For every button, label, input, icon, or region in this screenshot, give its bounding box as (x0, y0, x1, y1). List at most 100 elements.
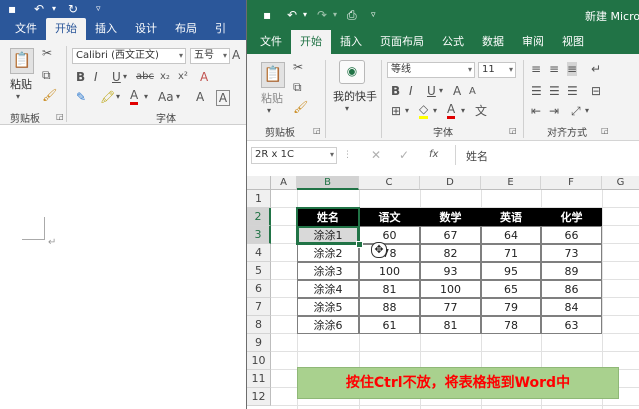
save-icon[interactable]: ▪ (263, 8, 271, 22)
enter-icon[interactable]: ✓ (399, 148, 409, 162)
align-left-icon[interactable]: ☰ (531, 84, 542, 98)
formula-input[interactable]: 姓名 (455, 145, 639, 165)
name-box[interactable]: 2R x 1C ▾ (251, 147, 337, 164)
table-header-cell[interactable]: 化学 (541, 208, 602, 226)
dialog-launcher-icon[interactable]: ◲ (509, 124, 517, 138)
align-right-icon[interactable]: ☰ (567, 84, 578, 98)
decrease-indent-icon[interactable]: ⇤ (531, 104, 541, 118)
row-header-11[interactable]: 11 (247, 370, 271, 388)
excel-font-size-combo[interactable]: 11 ▾ (478, 62, 516, 78)
font-color-icon[interactable]: A (447, 102, 456, 119)
copy-icon[interactable]: ⧉ (293, 80, 302, 94)
table-cell[interactable]: 100 (359, 262, 420, 280)
dialog-launcher-icon[interactable]: ◲ (313, 124, 321, 138)
shrink-font-icon[interactable]: A (469, 85, 476, 99)
table-header-cell[interactable]: 语文 (359, 208, 420, 226)
merge-cells-icon[interactable]: ⊟ (591, 84, 601, 98)
customize-toolbar-icon[interactable]: ▿ (96, 2, 101, 16)
table-cell[interactable]: 86 (541, 280, 602, 298)
row-header-7[interactable]: 7 (247, 298, 271, 316)
font-color-icon[interactable]: A (130, 88, 139, 105)
bold-icon[interactable]: B (391, 84, 400, 98)
word-tab-home[interactable]: 开始 (46, 18, 86, 40)
row-header-12[interactable]: 12 (247, 388, 271, 406)
word-tab-references[interactable]: 引 (206, 18, 235, 40)
table-cell[interactable]: 71 (481, 244, 541, 262)
table-cell[interactable]: 64 (481, 226, 541, 244)
align-bottom-icon[interactable]: ≡ (567, 62, 578, 76)
table-cell[interactable]: 63 (541, 316, 602, 334)
underline-icon[interactable]: U (427, 84, 436, 98)
underline-icon[interactable]: U (112, 70, 121, 84)
wrap-text-icon[interactable]: ↵ (591, 62, 601, 76)
redo-icon[interactable]: ↷ (317, 8, 327, 22)
column-header-b[interactable]: B (297, 176, 359, 190)
increase-indent-icon[interactable]: ⇥ (549, 104, 559, 118)
phonetic-icon[interactable]: 文 (475, 104, 487, 118)
dropdown-icon[interactable]: ▾ (439, 84, 443, 98)
word-tab-file[interactable]: 文件 (6, 18, 46, 40)
dropdown-icon[interactable]: ▾ (461, 104, 465, 118)
dropdown-icon[interactable]: ▾ (123, 70, 127, 84)
table-cell[interactable]: 73 (541, 244, 602, 262)
format-painter-icon[interactable]: 🖌 (293, 100, 308, 114)
table-cell[interactable]: 78 (481, 316, 541, 334)
customize-toolbar-icon[interactable]: ▿ (371, 8, 376, 22)
word-tab-insert[interactable]: 插入 (86, 18, 126, 40)
word-paste-label[interactable]: 粘贴 (10, 76, 32, 92)
table-cell[interactable]: 66 (541, 226, 602, 244)
column-header-a[interactable]: A (271, 176, 297, 190)
save-icon[interactable]: ▪ (8, 2, 16, 16)
row-header-8[interactable]: 8 (247, 316, 271, 334)
row-header-2[interactable]: 2 (247, 208, 271, 226)
grow-font-small-icon[interactable]: A (196, 90, 204, 104)
excel-tab-data[interactable]: 数据 (473, 30, 513, 54)
table-cell[interactable]: 100 (420, 280, 481, 298)
row-header-4[interactable]: 4 (247, 244, 271, 262)
orientation-icon[interactable]: ⤢ (571, 104, 581, 118)
table-cell[interactable]: 93 (420, 262, 481, 280)
superscript-icon[interactable]: x² (178, 70, 188, 84)
column-header-c[interactable]: C (359, 176, 420, 190)
row-header-6[interactable]: 6 (247, 280, 271, 298)
quick-tool-icon[interactable]: ◉ (339, 60, 365, 84)
table-cell[interactable]: 涂涂2 (297, 244, 359, 262)
highlight-icon[interactable]: 🖍 (100, 90, 115, 104)
word-tab-design[interactable]: 设计 (126, 18, 166, 40)
row-header-5[interactable]: 5 (247, 262, 271, 280)
paste-icon[interactable]: 📋 (261, 62, 285, 88)
table-cell[interactable]: 88 (359, 298, 420, 316)
table-cell[interactable]: 82 (420, 244, 481, 262)
redo-icon[interactable]: ↻ (68, 2, 78, 16)
table-cell[interactable]: 79 (481, 298, 541, 316)
excel-tab-home[interactable]: 开始 (291, 30, 331, 54)
enclosed-char-icon[interactable]: A (216, 90, 230, 106)
word-font-size-combo[interactable]: 五号 ▾ (190, 48, 230, 64)
dropdown-icon[interactable]: ▾ (176, 90, 180, 104)
column-header-f[interactable]: F (541, 176, 602, 190)
table-cell[interactable]: 78 (359, 244, 420, 262)
table-cell[interactable]: 65 (481, 280, 541, 298)
table-cell[interactable]: 84 (541, 298, 602, 316)
fill-handle[interactable] (356, 241, 363, 248)
borders-icon[interactable]: ⊞ (391, 104, 401, 118)
drag-handle-icon[interactable]: ⋮ (343, 148, 352, 162)
table-cell[interactable]: 67 (420, 226, 481, 244)
table-header-cell[interactable]: 英语 (481, 208, 541, 226)
table-cell[interactable]: 81 (359, 280, 420, 298)
table-cell[interactable]: 77 (420, 298, 481, 316)
dropdown-icon[interactable]: ▾ (116, 90, 120, 104)
select-all-corner[interactable] (247, 176, 271, 190)
dropdown-icon[interactable]: ▾ (585, 104, 589, 118)
italic-icon[interactable]: I (94, 70, 98, 84)
align-top-icon[interactable]: ≡ (531, 62, 541, 76)
column-header-e[interactable]: E (481, 176, 541, 190)
dropdown-icon[interactable]: ▾ (333, 8, 337, 22)
word-tab-layout[interactable]: 布局 (166, 18, 206, 40)
row-header-3[interactable]: 3 (247, 226, 271, 244)
excel-tab-file[interactable]: 文件 (251, 30, 291, 54)
dropdown-icon[interactable]: ▾ (303, 8, 307, 22)
excel-tab-view[interactable]: 视图 (553, 30, 593, 54)
text-effects-icon[interactable]: ✎ (76, 90, 86, 104)
excel-tab-formulas[interactable]: 公式 (433, 30, 473, 54)
